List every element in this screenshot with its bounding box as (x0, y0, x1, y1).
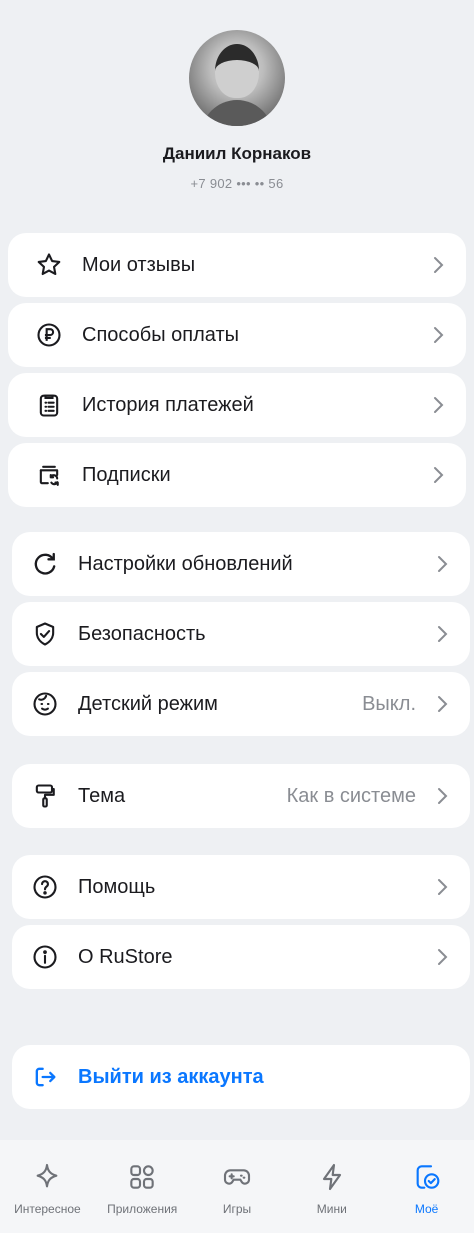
star-icon (34, 250, 64, 280)
tab-label: Мини (316, 1202, 347, 1216)
menu-item-label: Настройки обновлений (78, 552, 293, 575)
profile-name: Даниил Корнаков (162, 144, 312, 163)
tab-label: Игры (222, 1202, 252, 1216)
tab-label: Моё (414, 1202, 439, 1216)
chevron-right-icon (434, 694, 450, 714)
bottom-tab-bar: Интересное Приложения Игры Мини Моё (0, 1140, 474, 1233)
menu-item-kids-mode[interactable]: Детский режим Выкл. (12, 672, 470, 736)
chevron-right-icon (434, 877, 450, 897)
menu-item-label: Тема (78, 784, 126, 807)
avatar[interactable] (189, 30, 285, 126)
gamepad-icon (220, 1160, 254, 1194)
logout-button[interactable]: Выйти из аккаунта (12, 1045, 470, 1109)
profile-header: Даниил Корнаков +7 902 ••• •• 56 (0, 0, 474, 220)
menu-item-label: Безопасность (78, 622, 206, 645)
menu-item-subscriptions[interactable]: Подписки (8, 443, 466, 507)
avatar-head-shape (215, 44, 259, 98)
menu-item-security[interactable]: Безопасность (12, 602, 470, 666)
tab-apps[interactable]: Приложения (95, 1160, 189, 1216)
menu-item-label: Детский режим (78, 692, 218, 715)
chevron-right-icon (430, 465, 446, 485)
chevron-right-icon (434, 786, 450, 806)
menu-item-label: Помощь (78, 875, 156, 898)
my-apps-check-icon (410, 1160, 444, 1194)
menu-item-reviews[interactable]: Мои отзывы (8, 233, 466, 297)
child-face-icon (30, 689, 60, 719)
menu-item-label: Подписки (82, 463, 171, 486)
kids-mode-value: Выкл. (362, 692, 416, 715)
refresh-icon (30, 549, 60, 579)
shield-check-icon (30, 619, 60, 649)
menu-item-payment-history[interactable]: История платежей (8, 373, 466, 437)
tab-mini[interactable]: Мини (285, 1160, 379, 1216)
chevron-right-icon (430, 325, 446, 345)
tab-mine[interactable]: Моё (380, 1160, 474, 1216)
menu-item-label: Мои отзывы (82, 253, 196, 276)
menu-item-about[interactable]: О RuStore (12, 925, 470, 989)
logout-label: Выйти из аккаунта (78, 1065, 264, 1088)
info-circle-icon (30, 942, 60, 972)
menu-item-help[interactable]: Помощь (12, 855, 470, 919)
menu-item-label: О RuStore (78, 945, 173, 968)
tab-interesting[interactable]: Интересное (0, 1160, 94, 1216)
chevron-right-icon (430, 395, 446, 415)
menu-item-label: История платежей (82, 393, 254, 416)
theme-value: Как в системе (286, 784, 416, 807)
paint-roller-icon (30, 781, 60, 811)
logout-icon (30, 1062, 60, 1092)
chevron-right-icon (434, 554, 450, 574)
clipboard-list-icon (34, 390, 64, 420)
apps-grid-icon (125, 1160, 159, 1194)
tab-label: Интересное (14, 1202, 81, 1216)
ruble-coin-icon (34, 320, 64, 350)
sparkle-icon (30, 1160, 64, 1194)
chevron-right-icon (434, 947, 450, 967)
chevron-right-icon (430, 255, 446, 275)
menu-item-payment-methods[interactable]: Способы оплаты (8, 303, 466, 367)
menu-item-theme[interactable]: Тема Как в системе (12, 764, 470, 828)
subscription-refresh-icon (34, 460, 64, 490)
menu-item-label: Способы оплаты (82, 323, 239, 346)
chevron-right-icon (434, 624, 450, 644)
lightning-icon (315, 1160, 349, 1194)
avatar-body-shape (201, 100, 273, 126)
menu-item-update-settings[interactable]: Настройки обновлений (12, 532, 470, 596)
tab-games[interactable]: Игры (190, 1160, 284, 1216)
profile-phone: +7 902 ••• •• 56 (190, 176, 284, 191)
tab-label: Приложения (107, 1202, 178, 1216)
question-circle-icon (30, 872, 60, 902)
